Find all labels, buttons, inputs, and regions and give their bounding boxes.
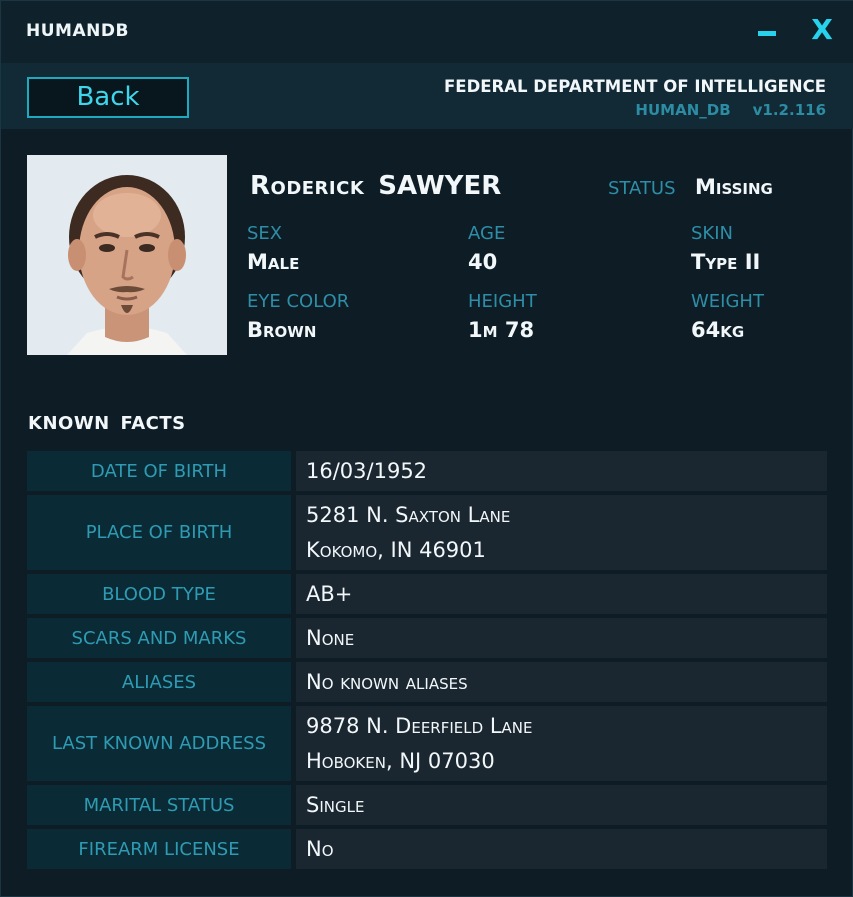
fact-value-line: Kokomo, IN 46901 xyxy=(306,537,486,562)
db-info: HUMAN_DB v1.2.116 xyxy=(635,101,826,119)
app-title: HUMANDB xyxy=(26,21,129,41)
known-facts-title: KNOWN FACTS xyxy=(28,413,186,434)
fact-label: BLOOD TYPE xyxy=(27,574,291,614)
fact-value: Single xyxy=(296,785,827,825)
fact-value: No xyxy=(296,829,827,869)
weight-label: WEIGHT xyxy=(691,291,764,312)
fact-value: AB+ xyxy=(296,574,827,614)
fact-value-line: No known aliases xyxy=(306,669,468,694)
weight-value: 64kg xyxy=(691,318,745,342)
fact-value-line: 9878 N. Deerfield Lane xyxy=(306,713,533,738)
skin-label: SKIN xyxy=(691,223,734,244)
version-label: v1.2.116 xyxy=(752,101,826,119)
fact-row-place-of-birth: PLACE OF BIRTH 5281 N. Saxton Lane Kokom… xyxy=(27,495,827,570)
height-label: HEIGHT xyxy=(468,291,537,312)
fact-value-line: Single xyxy=(306,792,365,817)
fact-label: MARITAL STATUS xyxy=(27,785,291,825)
close-button[interactable]: X xyxy=(807,13,837,47)
last-name: SAWYER xyxy=(378,171,502,201)
fact-label: FIREARM LICENSE xyxy=(27,829,291,869)
person-name: Roderick SAWYER xyxy=(250,171,501,201)
fact-row-date-of-birth: DATE OF BIRTH 16/03/1952 xyxy=(27,451,827,491)
agency-name: FEDERAL DEPARTMENT OF INTELLIGENCE xyxy=(444,77,826,96)
fact-label: ALIASES xyxy=(27,662,291,702)
fact-value: 5281 N. Saxton Lane Kokomo, IN 46901 xyxy=(296,495,827,570)
fact-value: 9878 N. Deerfield Lane Hoboken, NJ 07030 xyxy=(296,706,827,781)
fact-row-scars-and-marks: SCARS AND MARKS None xyxy=(27,618,827,658)
fact-value-line: Hoboken, NJ 07030 xyxy=(306,748,495,773)
fact-value-line: 16/03/1952 xyxy=(306,458,428,483)
portrait-image xyxy=(27,155,227,355)
portrait-photo xyxy=(27,155,227,355)
fact-label: PLACE OF BIRTH xyxy=(27,495,291,570)
eye-color-label: EYE COLOR xyxy=(247,291,350,312)
age-label: AGE xyxy=(468,223,506,244)
fact-value-line: No xyxy=(306,836,334,861)
title-bar: HUMANDB X xyxy=(1,1,853,63)
fact-row-aliases: ALIASES No known aliases xyxy=(27,662,827,702)
fact-row-last-known-address: LAST KNOWN ADDRESS 9878 N. Deerfield Lan… xyxy=(27,706,827,781)
minimize-button[interactable] xyxy=(753,13,783,47)
fact-label: LAST KNOWN ADDRESS xyxy=(27,706,291,781)
back-button[interactable]: Back xyxy=(27,77,189,118)
status-label: STATUS xyxy=(608,178,676,199)
fact-row-firearm-license: FIREARM LICENSE No xyxy=(27,829,827,869)
fact-row-marital-status: MARITAL STATUS Single xyxy=(27,785,827,825)
age-value: 40 xyxy=(468,250,498,274)
fact-value-line: AB+ xyxy=(306,581,353,606)
first-name: Roderick xyxy=(250,171,365,201)
fact-value: None xyxy=(296,618,827,658)
fact-label: DATE OF BIRTH xyxy=(27,451,291,491)
fact-value: 16/03/1952 xyxy=(296,451,827,491)
fact-value-line: None xyxy=(306,625,355,650)
eye-color-value: Brown xyxy=(247,318,317,342)
fact-row-blood-type: BLOOD TYPE AB+ xyxy=(27,574,827,614)
fact-value-line: 5281 N. Saxton Lane xyxy=(306,502,511,527)
status-value: Missing xyxy=(695,175,773,199)
fact-label: SCARS AND MARKS xyxy=(27,618,291,658)
db-name: HUMAN_DB xyxy=(635,101,731,119)
humandb-window: HUMANDB X Back FEDERAL DEPARTMENT OF INT… xyxy=(0,0,853,897)
sex-label: SEX xyxy=(247,223,283,244)
minimize-icon xyxy=(758,31,776,36)
fact-value: No known aliases xyxy=(296,662,827,702)
sex-value: Male xyxy=(247,250,300,274)
height-value: 1m 78 xyxy=(468,318,535,342)
skin-value: Type II xyxy=(691,250,761,274)
